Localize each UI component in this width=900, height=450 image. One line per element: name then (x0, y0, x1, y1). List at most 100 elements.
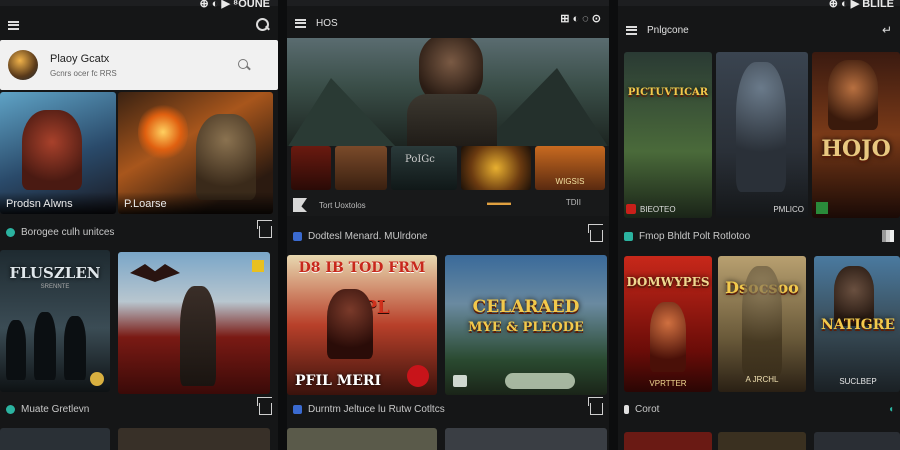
game-card[interactable]: FLUSZLEN SRENNTE (0, 250, 110, 392)
card-title: CELARAED (472, 297, 580, 317)
dragon-icon (130, 264, 180, 282)
section-header: Dodtesl Menard. MUlrdone (287, 226, 609, 246)
section-header: Fmop Bhldt Polt Rotlotoo (618, 226, 900, 246)
thumbnail[interactable] (335, 146, 387, 190)
avatar (8, 50, 38, 80)
section-title: Muate Gretlevn (21, 403, 90, 415)
badge-icon (626, 204, 636, 214)
section-title: Durntm Jeltuce lu Rutw Cotltcs (308, 403, 445, 415)
card-title: PICTUVTICAR (627, 87, 709, 98)
badge-icon (407, 365, 429, 387)
thumb-label: PoIGc (405, 154, 435, 165)
section-dot-icon (624, 231, 633, 241)
arrow-icon[interactable] (293, 198, 307, 212)
card-title: D8 IB TOD FRM (298, 260, 426, 276)
game-card[interactable] (718, 432, 806, 450)
bookmark-icon[interactable] (252, 260, 264, 272)
section-dot-icon (624, 404, 629, 414)
bars-icon[interactable] (882, 230, 894, 242)
caption-left: Tort Uoxtolos (319, 200, 366, 210)
section-title: Fmop Bhldt Polt Rotlotoo (639, 230, 751, 242)
section-header: Borogee culh unitces (0, 222, 278, 242)
hero-banner[interactable] (287, 38, 609, 146)
thumbnail[interactable] (291, 146, 331, 190)
game-card[interactable] (0, 428, 110, 450)
header-title: HOS (316, 17, 338, 29)
home-icon[interactable] (259, 226, 272, 238)
card-caption: P.Loarse (118, 192, 273, 214)
game-card[interactable]: CELARAED MYE & PLEODE (445, 255, 607, 395)
card-title: HOJO (821, 136, 891, 162)
game-card[interactable]: Dsocsoo A JRCHL (718, 256, 806, 392)
menu-icon[interactable] (626, 25, 637, 35)
header-title: Pnlgcone (647, 24, 689, 36)
section-header: Muate Gretlevn (0, 399, 278, 419)
logo-strip (505, 373, 575, 389)
card-title: FLUSZLEN (9, 264, 101, 282)
result-subtitle: Gcnrs ocer fc RRS (50, 68, 117, 78)
section-header: Corot ◖ (618, 399, 900, 419)
featured-card-1[interactable]: Prodsn Alwns (0, 92, 116, 214)
featured-card-2[interactable]: P.Loarse (118, 92, 273, 214)
badge-icon (90, 372, 104, 386)
section-dot-icon (293, 404, 302, 414)
featured-card[interactable]: PICTUVTICAR BIEOTEO (624, 52, 712, 218)
result-title: Plaoy Gcatx (50, 52, 110, 65)
section-title: Borogee culh unitces (21, 226, 115, 238)
game-card[interactable] (445, 428, 607, 450)
game-card[interactable]: DOMWYPES VPRTTER (624, 256, 712, 392)
status-icons: ⊕ ◐ ▶ ⁸OUNE (199, 0, 270, 10)
section-title: Corot (635, 403, 660, 415)
game-card[interactable] (624, 432, 712, 450)
thumbnail[interactable]: WIGSIS (535, 146, 605, 190)
app-header (0, 12, 278, 38)
game-card[interactable] (814, 432, 900, 450)
phone-screen-hub: ⊞ ◐ ◌ ⊙ HOS PoIGc WIGSIS Tort Uoxtolos ▬… (287, 0, 609, 450)
section-header: Durntm Jeltuce lu Rutw Cotltcs (287, 399, 609, 419)
card-caption: Prodsn Alwns (0, 192, 116, 214)
home-icon[interactable] (590, 403, 603, 415)
section-dot-icon (6, 227, 15, 237)
card-subtitle: A JRCHL (745, 375, 779, 384)
badge-icon (816, 202, 828, 214)
caption-right: TDII (565, 198, 581, 207)
card-label: BIEOTEO (640, 205, 676, 214)
controller-icon (453, 375, 467, 387)
game-card[interactable] (118, 428, 270, 450)
section-title: Dodtesl Menard. MUlrdone (308, 230, 428, 242)
status-bar (287, 0, 609, 6)
menu-icon[interactable] (8, 20, 19, 30)
search-icon[interactable] (256, 18, 270, 32)
featured-card[interactable]: HOJO (812, 52, 900, 218)
game-card[interactable]: NATIGRE SUCLBEP (814, 256, 900, 392)
menu-icon[interactable] (295, 18, 306, 28)
section-dot-icon (6, 404, 15, 414)
thumbnail-strip: PoIGc WIGSIS Tort Uoxtolos ▬▬▬ TDII (287, 146, 609, 216)
game-card[interactable]: D8 IB TOD FRM POPL PFIL MERI (287, 255, 437, 395)
phone-screen-store: ⊕ ◐ ▶ BLILE Pnlgcone ↵ PICTUVTICAR BIEOT… (618, 0, 900, 450)
card-subtitle: VPRTTER (649, 379, 687, 388)
app-header: Pnlgcone ↵ (618, 17, 900, 43)
search-icon[interactable] (238, 59, 250, 71)
status-icons: ⊕ ◐ ▶ BLILE (828, 0, 894, 10)
featured-card[interactable]: PMLICO (716, 52, 808, 218)
phone-screen-library: ⊕ ◐ ▶ ⁸OUNE Plaoy Gcatx Gcnrs ocer fc RR… (0, 0, 278, 450)
caption-mid: ▬▬▬ (487, 198, 511, 207)
card-label: PMLICO (773, 205, 804, 214)
card-title: DOMWYPES (626, 275, 710, 289)
thumbnail[interactable]: PoIGc (391, 146, 457, 190)
game-card[interactable] (287, 428, 437, 450)
card-subtitle: MYE & PLEODE (468, 320, 584, 335)
home-icon[interactable] (590, 230, 603, 242)
game-search-result[interactable]: Plaoy Gcatx Gcnrs ocer fc RRS (0, 40, 278, 90)
home-icon[interactable] (259, 403, 272, 415)
card-subtitle: SRENNTE (40, 284, 70, 290)
back-arrow-icon[interactable]: ↵ (882, 23, 892, 37)
card-title: NATIGRE (820, 317, 896, 333)
section-dot-icon (293, 231, 302, 241)
more-icon[interactable]: ◖ (888, 404, 894, 415)
game-card[interactable] (118, 252, 270, 394)
app-header: HOS (287, 10, 609, 36)
card-bottom-title: PFIL MERI (295, 373, 382, 389)
thumbnail[interactable] (461, 146, 531, 190)
